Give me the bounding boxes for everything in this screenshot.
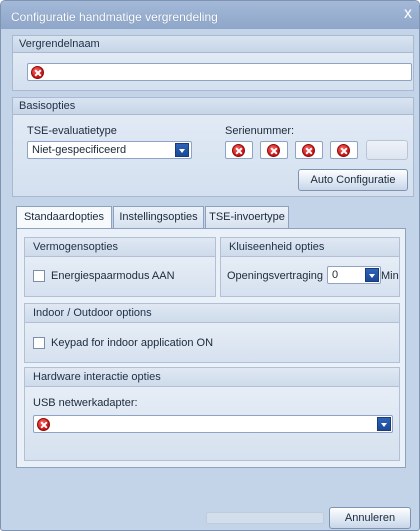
window-title: Configuratie handmatige vergrendeling — [11, 10, 218, 24]
hardware-options-group: USB netwerkadapter: — [24, 387, 400, 461]
indoor-outdoor-header: Indoor / Outdoor options — [24, 303, 400, 323]
power-saving-label: Energiespaarmodus AAN — [51, 270, 175, 282]
serial-field-2[interactable] — [260, 141, 288, 159]
lock-name-header: Vergrendelnaam — [12, 35, 414, 53]
lock-name-section — [12, 53, 414, 91]
safe-options-header-label: Kluiseenheid opties — [229, 241, 325, 253]
configuration-dialog: Configuratie handmatige vergrendeling x … — [0, 0, 420, 531]
opening-delay-unit: Min — [381, 270, 399, 282]
error-icon — [337, 144, 350, 157]
safe-options-header: Kluiseenheid opties — [220, 237, 400, 257]
tab-settings-options[interactable]: Instellingsopties — [113, 206, 204, 228]
tab-standard-options-label: Standaardopties — [23, 211, 105, 223]
tab-standard-options[interactable]: Standaardopties — [16, 206, 112, 229]
standard-options-panel: Vermogensopties Energiespaarmodus AAN Kl… — [16, 228, 406, 468]
hardware-options-header-label: Hardware interactie opties — [33, 371, 161, 383]
dropdown-arrow-icon[interactable] — [377, 417, 391, 431]
footer-disabled-button — [206, 512, 324, 524]
tab-tse-input-type-label: TSE-invoertype — [209, 211, 285, 223]
power-options-header-label: Vermogensopties — [33, 241, 118, 253]
error-icon — [302, 144, 315, 157]
serial-label: Serienummer: — [225, 125, 295, 137]
dropdown-arrow-icon[interactable] — [175, 143, 189, 157]
tse-type-label: TSE-evaluatietype — [27, 125, 117, 137]
lock-name-header-label: Vergrendelnaam — [19, 38, 100, 50]
basic-options-header-label: Basisopties — [19, 100, 76, 112]
lock-name-input[interactable] — [27, 63, 412, 81]
safe-options-group: Openingsvertraging 0 Min — [220, 257, 400, 297]
indoor-outdoor-group: Keypad for indoor application ON — [24, 323, 400, 363]
basic-options-header: Basisopties — [12, 97, 414, 115]
basic-options-section: TSE-evaluatietype Niet-gespecificeerd Se… — [12, 115, 414, 197]
indoor-outdoor-header-label: Indoor / Outdoor options — [33, 307, 152, 319]
opening-delay-label: Openingsvertraging — [227, 270, 324, 282]
error-icon — [267, 144, 280, 157]
usb-adapter-select[interactable] — [33, 415, 393, 433]
opening-delay-select[interactable]: 0 — [327, 266, 381, 284]
power-options-group: Energiespaarmodus AAN — [24, 257, 216, 297]
close-icon[interactable]: x — [404, 6, 412, 22]
tse-type-select[interactable]: Niet-gespecificeerd — [27, 141, 192, 159]
error-icon — [31, 66, 44, 79]
auto-config-label: Auto Configuratie — [310, 174, 396, 186]
cancel-button[interactable]: Annuleren — [329, 507, 411, 529]
keypad-indoor-label: Keypad for indoor application ON — [51, 337, 214, 349]
power-saving-checkbox[interactable] — [33, 270, 45, 282]
cancel-button-label: Annuleren — [344, 512, 396, 524]
tab-tse-input-type[interactable]: TSE-invoertype — [205, 206, 289, 228]
hardware-options-header: Hardware interactie opties — [24, 367, 400, 387]
usb-adapter-label: USB netwerkadapter: — [33, 397, 138, 409]
serial-extra-button — [366, 140, 408, 160]
tse-type-value: Niet-gespecificeerd — [32, 144, 127, 156]
serial-field-3[interactable] — [295, 141, 323, 159]
serial-field-1[interactable] — [225, 141, 253, 159]
power-options-header: Vermogensopties — [24, 237, 216, 257]
dropdown-arrow-icon[interactable] — [365, 268, 379, 282]
tab-settings-options-label: Instellingsopties — [119, 211, 198, 223]
keypad-indoor-checkbox[interactable] — [33, 337, 45, 349]
opening-delay-value: 0 — [332, 269, 339, 281]
error-icon — [37, 418, 50, 431]
title-bar[interactable]: Configuratie handmatige vergrendeling x — [1, 1, 419, 29]
error-icon — [232, 144, 245, 157]
serial-field-4[interactable] — [330, 141, 358, 159]
auto-config-button[interactable]: Auto Configuratie — [298, 169, 408, 191]
